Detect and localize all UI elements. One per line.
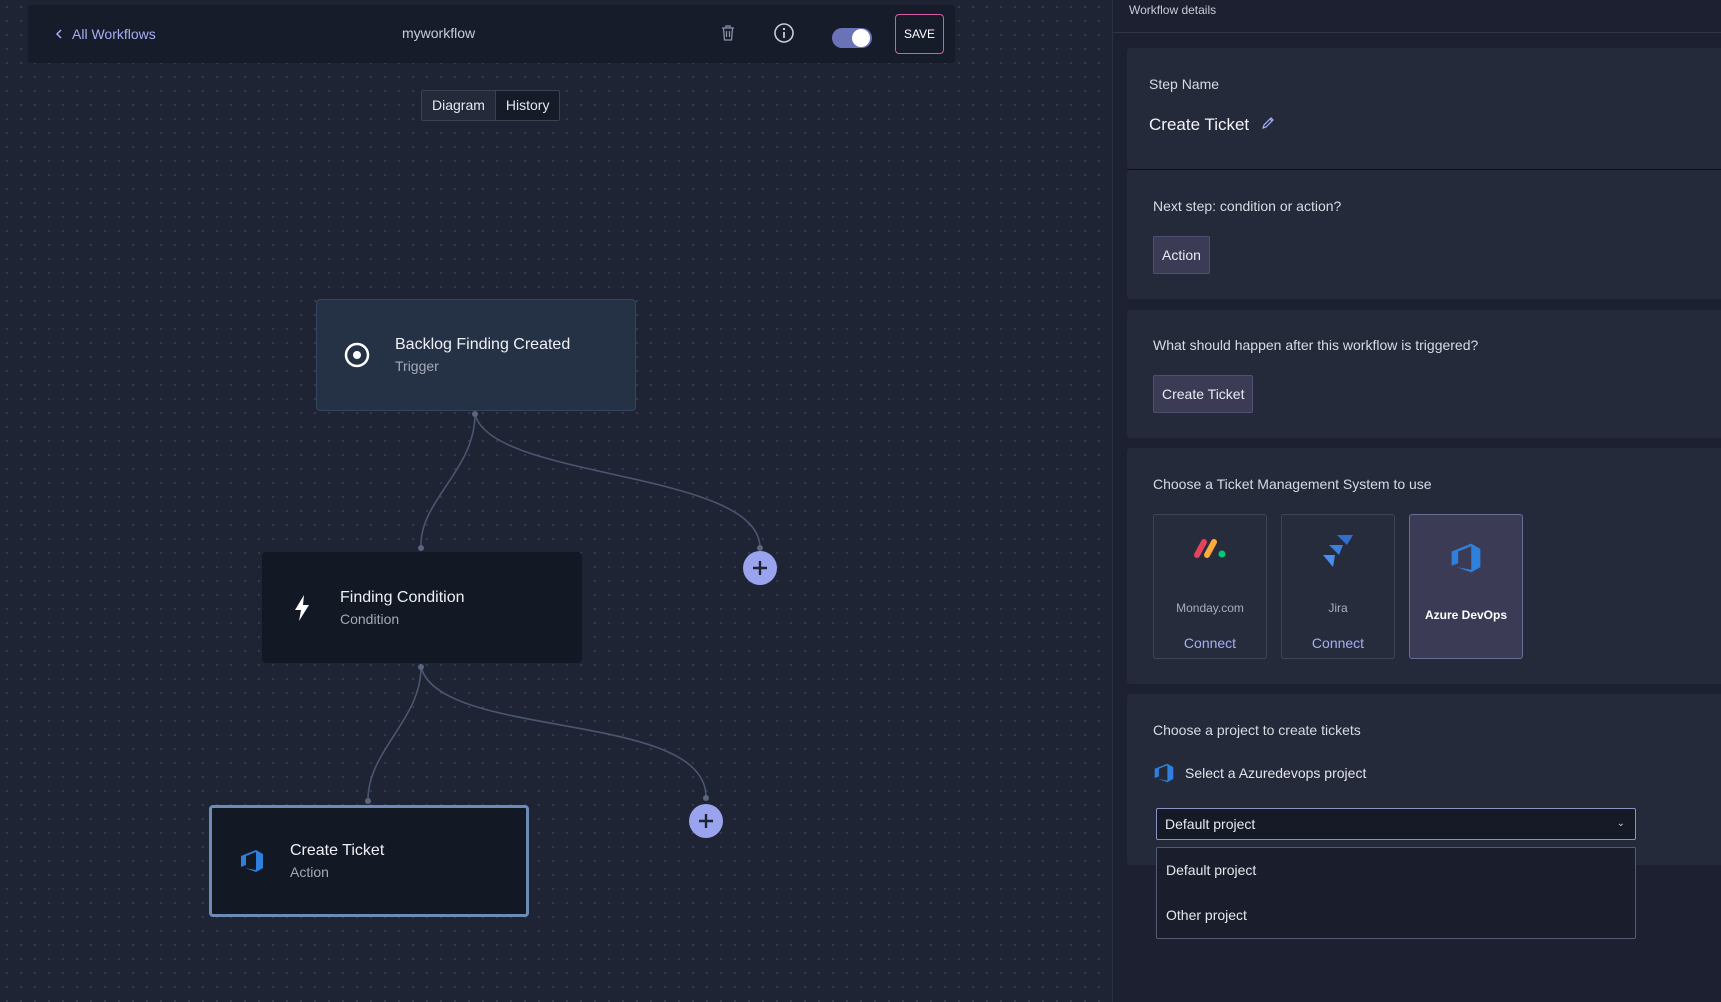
save-button[interactable]: SAVE (895, 14, 944, 54)
tms-name: Azure DevOps (1424, 608, 1508, 622)
azure-devops-icon (1410, 541, 1522, 581)
node-condition[interactable]: Finding Condition Condition (262, 552, 582, 663)
add-step-button[interactable] (743, 551, 777, 585)
workflow-canvas[interactable]: All Workflows myworkflow SAVE Diagram Hi… (0, 0, 1112, 1002)
back-to-workflows-link[interactable]: All Workflows (54, 26, 156, 42)
project-sub-label: Select a Azuredevops project (1153, 762, 1366, 784)
plus-icon (753, 561, 767, 575)
workflow-enabled-toggle[interactable] (832, 28, 872, 48)
tms-card-azure-devops[interactable]: Azure DevOps (1409, 514, 1523, 659)
project-sub-text: Select a Azuredevops project (1185, 765, 1367, 781)
after-trigger-section: What should happen after this workflow i… (1127, 310, 1721, 438)
node-trigger[interactable]: Backlog Finding Created Trigger (316, 299, 636, 411)
workflow-info-button[interactable] (773, 22, 795, 44)
project-select-value: Default project (1165, 816, 1256, 832)
node-title: Finding Condition (340, 588, 465, 606)
ticket-system-options: Monday.com Connect Jira Connect Azure De… (1153, 514, 1523, 659)
azure-devops-icon (1154, 763, 1174, 783)
step-name-label: Step Name (1149, 76, 1220, 92)
node-type: Condition (340, 610, 400, 627)
info-icon (774, 23, 794, 43)
back-link-label: All Workflows (72, 26, 156, 42)
project-option-default[interactable]: Default project (1157, 848, 1635, 893)
tms-card-monday[interactable]: Monday.com Connect (1153, 514, 1267, 659)
node-type: Trigger (395, 358, 439, 374)
edit-step-name-button[interactable] (1261, 115, 1275, 135)
node-type: Action (290, 864, 329, 880)
toggle-knob (852, 29, 870, 47)
project-select[interactable]: Default project ⌄ (1156, 808, 1636, 840)
step-name-section: Step Name Create Ticket (1127, 48, 1721, 170)
next-step-option-action[interactable]: Action (1153, 236, 1210, 274)
connect-jira-link[interactable]: Connect (1282, 635, 1394, 651)
view-tabs: Diagram History (421, 90, 561, 121)
connect-monday-link[interactable]: Connect (1154, 635, 1266, 651)
tms-name: Jira (1328, 601, 1348, 615)
azure-devops-icon (238, 847, 266, 875)
node-title: Backlog Finding Created (395, 336, 571, 353)
tms-card-jira[interactable]: Jira Connect (1281, 514, 1395, 659)
ticket-system-section: Choose a Ticket Management System to use… (1127, 448, 1721, 684)
delete-workflow-button[interactable] (718, 23, 738, 43)
tab-history[interactable]: History (494, 91, 560, 120)
jira-logo-icon (1282, 533, 1394, 573)
chevron-left-icon (55, 29, 62, 39)
chevron-down-icon: ⌄ (1616, 818, 1625, 829)
action-option-create-ticket[interactable]: Create Ticket (1153, 375, 1254, 413)
project-question: Choose a project to create tickets (1153, 722, 1361, 738)
add-step-button[interactable] (689, 804, 723, 838)
monday-logo-icon (1154, 533, 1266, 573)
lightning-icon (288, 594, 316, 622)
node-title: Create Ticket (290, 842, 385, 859)
next-step-question: Next step: condition or action? (1153, 198, 1342, 214)
workflow-edges (365, 411, 763, 804)
after-trigger-question: What should happen after this workflow i… (1153, 337, 1479, 353)
node-action[interactable]: Create Ticket Action (209, 805, 529, 917)
pencil-icon (1262, 117, 1275, 129)
next-step-section: Next step: condition or action? Action (1127, 170, 1721, 299)
target-icon (343, 341, 371, 369)
ticket-system-question: Choose a Ticket Management System to use (1153, 476, 1432, 492)
panel-title: Workflow details (1113, 0, 1721, 33)
project-option-other[interactable]: Other project (1157, 893, 1635, 938)
tab-diagram[interactable]: Diagram (422, 91, 495, 120)
tms-name: Monday.com (1176, 601, 1244, 615)
step-name-value: Create Ticket (1149, 115, 1250, 134)
workflow-toolbar: All Workflows myworkflow SAVE (28, 5, 955, 63)
trash-icon (722, 25, 734, 41)
step-name-display: Create Ticket (1149, 115, 1275, 135)
workflow-name: myworkflow (402, 25, 476, 41)
plus-icon (699, 814, 713, 828)
project-dropdown-menu: Default project Other project (1156, 847, 1636, 939)
